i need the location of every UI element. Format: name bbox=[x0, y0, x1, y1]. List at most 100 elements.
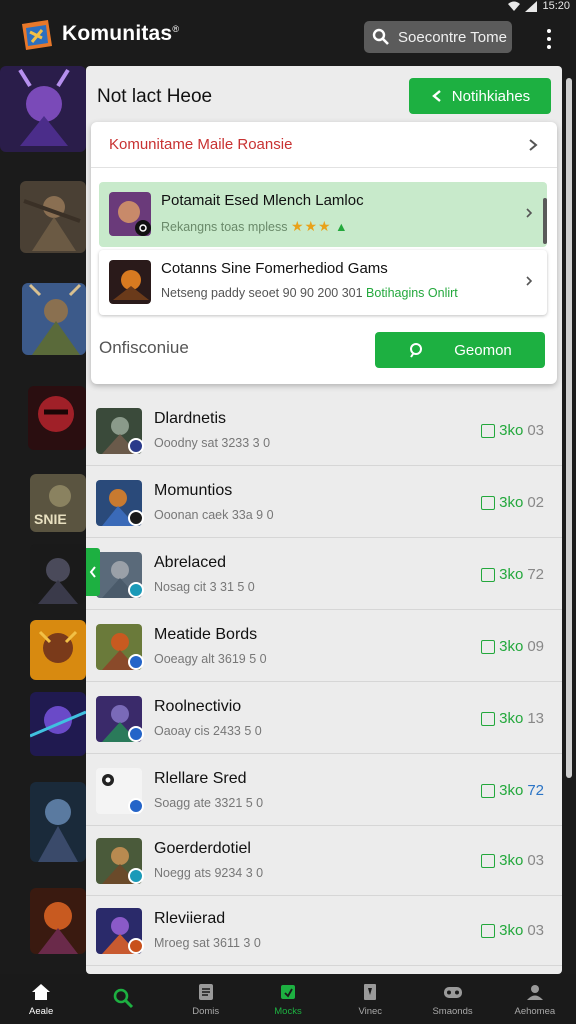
checkbox-icon bbox=[481, 567, 496, 582]
location-icon bbox=[410, 343, 423, 358]
document-icon bbox=[198, 984, 213, 1000]
game-thumbnail[interactable] bbox=[30, 888, 86, 954]
game-thumbnail[interactable] bbox=[30, 544, 86, 604]
event-item[interactable]: Potamait Esed Mlench Lamloc Rekangns toa… bbox=[99, 182, 547, 247]
search-icon bbox=[114, 988, 134, 1008]
nav-search[interactable] bbox=[82, 974, 164, 1024]
notifications-button-label: Notihkiahes bbox=[451, 87, 531, 105]
chevron-left-icon bbox=[431, 90, 441, 102]
more-options-icon[interactable] bbox=[538, 24, 560, 54]
scrollbar-thumb[interactable] bbox=[566, 78, 572, 778]
checkbox-icon bbox=[481, 783, 496, 798]
game-thumbnails: SNIE bbox=[0, 64, 90, 974]
profile-icon bbox=[526, 985, 543, 1000]
game-thumbnail[interactable] bbox=[28, 386, 86, 450]
verified-badge-icon bbox=[128, 654, 144, 670]
thumbs-up-icon: ▲ bbox=[335, 220, 348, 234]
nav-vinec[interactable]: Vinec bbox=[329, 974, 411, 1024]
checkbox-icon bbox=[481, 423, 496, 438]
list-item-subtitle: Ooeagy alt 3619 5 0 bbox=[154, 652, 267, 666]
verified-badge-icon bbox=[128, 438, 144, 454]
verified-badge-icon bbox=[128, 726, 144, 742]
list-item-title: Abrelaced bbox=[154, 554, 227, 571]
community-card-header[interactable]: Komunitame Maile Roansie bbox=[91, 122, 557, 168]
community-card-title: Komunitame Maile Roansie bbox=[109, 136, 293, 153]
game-thumbnail[interactable] bbox=[0, 66, 86, 152]
checkbox-icon bbox=[481, 711, 496, 726]
list-item-subtitle: Noegg ats 9234 3 0 bbox=[154, 866, 264, 880]
list-item-stat: 3ko 03 bbox=[481, 422, 544, 439]
list-item-title: Meatide Bords bbox=[154, 626, 258, 643]
game-thumbnail[interactable] bbox=[30, 620, 86, 680]
list-item[interactable]: Meatide Bords Ooeagy alt 3619 5 0 3ko 09 bbox=[86, 612, 562, 682]
chevron-right-icon bbox=[526, 276, 533, 286]
event-item[interactable]: Cotanns Sine Fomerhediod Gams Netseng pa… bbox=[99, 250, 547, 315]
event-title: Potamait Esed Mlench Lamloc bbox=[161, 192, 364, 209]
list-item-subtitle: Soagg ate 3321 5 0 bbox=[154, 796, 264, 810]
chevron-right-icon bbox=[526, 208, 533, 218]
verified-badge-icon bbox=[128, 868, 144, 884]
status-bar: 15:20 bbox=[0, 0, 576, 14]
svg-text:SNIE: SNIE bbox=[34, 511, 67, 527]
nav-mocks[interactable]: Mocks bbox=[247, 974, 329, 1024]
list-item[interactable]: Abrelaced Nosag cit 3 31 5 0 3ko 72 bbox=[86, 540, 562, 610]
location-button[interactable]: Geomon bbox=[375, 332, 545, 368]
search-button[interactable]: Soecontre Tome bbox=[364, 21, 512, 53]
list-item[interactable]: Goerderdotiel Noegg ats 9234 3 0 3ko 03 bbox=[86, 826, 562, 896]
list-item[interactable]: Rleviierad Mroeg sat 3611 3 0 3ko 03 bbox=[86, 896, 562, 966]
signal-icon bbox=[525, 0, 538, 12]
verified-badge-icon bbox=[128, 510, 144, 526]
checkbox-icon bbox=[481, 639, 496, 654]
verified-badge-icon bbox=[128, 798, 144, 814]
online-label: Onfisconiue bbox=[99, 338, 189, 357]
event-avatar bbox=[109, 260, 151, 304]
app-title: Komunitas® bbox=[62, 22, 180, 45]
nav-profile[interactable]: Aehomea bbox=[494, 974, 576, 1024]
rating-stars-icon: ★★★ bbox=[290, 218, 332, 234]
list-item-title: Rlellare Sred bbox=[154, 770, 247, 787]
app-logo-icon bbox=[22, 20, 52, 50]
list-item-title: Rleviierad bbox=[154, 910, 226, 927]
list-item[interactable]: Momuntios Ooonan caek 33a 9 0 3ko 02 bbox=[86, 468, 562, 538]
list-item-title: Goerderdotiel bbox=[154, 840, 251, 857]
nav-home[interactable]: Aeale bbox=[0, 974, 82, 1024]
verified-badge-icon bbox=[128, 582, 144, 598]
list-item[interactable]: Roolnectivio Oaoay cis 2433 5 0 3ko 13 bbox=[86, 684, 562, 754]
list-item-title: Dlardnetis bbox=[154, 410, 227, 427]
verified-badge-icon bbox=[128, 938, 144, 954]
community-card: Komunitame Maile Roansie Potamait Esed M… bbox=[91, 122, 557, 384]
list-item[interactable]: Rlellare Sred Soagg ate 3321 5 0 3ko 72 bbox=[86, 756, 562, 826]
game-thumbnail[interactable] bbox=[20, 181, 86, 253]
nav-smaonds[interactable]: Smaonds bbox=[411, 974, 493, 1024]
checkbox-icon bbox=[481, 495, 496, 510]
game-thumbnail[interactable]: SNIE bbox=[30, 474, 86, 532]
list-item-subtitle: Nosag cit 3 31 5 0 bbox=[154, 580, 255, 594]
list-item-stat: 3ko 03 bbox=[481, 852, 544, 869]
list-item-stat: 3ko 03 bbox=[481, 922, 544, 939]
status-time: 15:20 bbox=[542, 0, 570, 12]
controller-icon bbox=[443, 987, 462, 998]
game-thumbnail[interactable] bbox=[22, 283, 86, 355]
event-scroll-indicator bbox=[543, 198, 547, 244]
panel-title: Not lact Heoe bbox=[97, 86, 213, 107]
chevron-left-icon bbox=[89, 566, 96, 578]
list-item-title: Momuntios bbox=[154, 482, 233, 499]
search-icon bbox=[372, 28, 389, 45]
checkbox-icon bbox=[481, 853, 496, 868]
game-thumbnail[interactable] bbox=[30, 692, 86, 756]
location-button-label: Geomon bbox=[454, 341, 512, 359]
list-item-subtitle: Mroeg sat 3611 3 0 bbox=[154, 936, 261, 950]
scrollbar[interactable] bbox=[566, 70, 572, 970]
list-item-stat: 3ko 72 bbox=[481, 782, 544, 799]
checkbox-icon bbox=[481, 923, 496, 938]
event-subtitle: Netseng paddy seoet 90 90 200 301 Botiha… bbox=[161, 286, 458, 300]
app-bar: Komunitas® Soecontre Tome bbox=[0, 14, 576, 64]
home-icon bbox=[32, 984, 51, 1000]
nav-documents[interactable]: Domis bbox=[165, 974, 247, 1024]
game-thumbnail[interactable] bbox=[30, 782, 86, 862]
notifications-button[interactable]: Notihkiahes bbox=[409, 78, 551, 114]
list-item-title: Roolnectivio bbox=[154, 698, 242, 715]
list-item-subtitle: Ooonan caek 33a 9 0 bbox=[154, 508, 274, 522]
list-item[interactable]: Dlardnetis Ooodny sat 3233 3 0 3ko 03 bbox=[86, 396, 562, 466]
collapse-tab[interactable] bbox=[86, 548, 100, 596]
